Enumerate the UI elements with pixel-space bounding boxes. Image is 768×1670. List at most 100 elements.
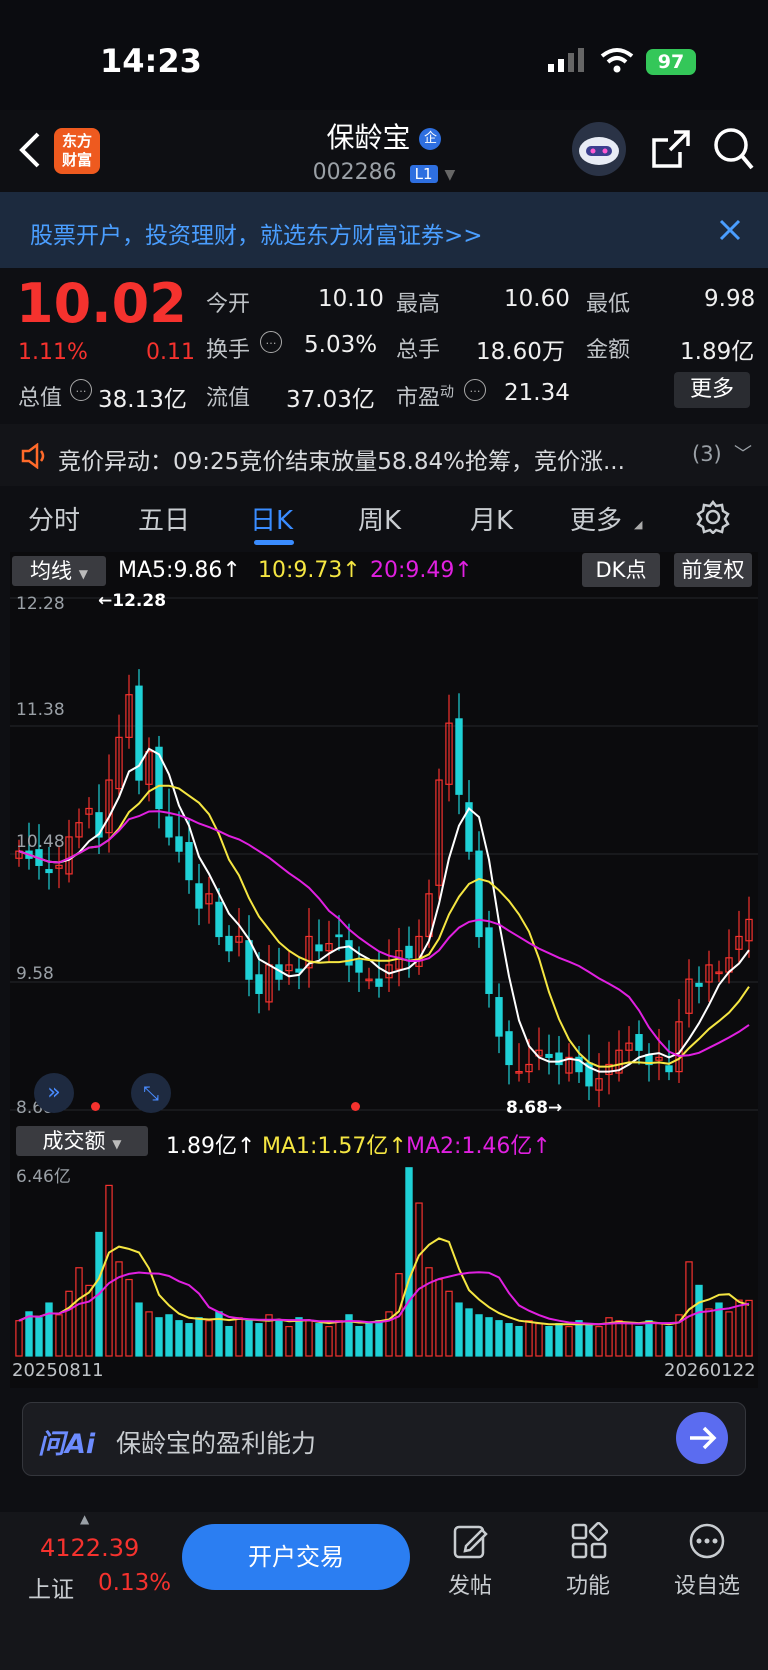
send-button[interactable] — [676, 1412, 728, 1464]
volume-bar — [315, 1323, 323, 1357]
chevron-down-icon[interactable]: ﹀ — [734, 440, 752, 466]
volume-bar — [525, 1320, 533, 1357]
adjust-button[interactable]: 前复权 — [674, 553, 752, 587]
close-icon[interactable] — [718, 218, 742, 242]
fullscreen-icon[interactable]: ⤡ — [131, 1073, 171, 1113]
post-label[interactable]: 发帖 — [430, 1568, 510, 1600]
candle — [505, 1031, 513, 1066]
volume-bar — [715, 1302, 723, 1357]
volume-bar — [145, 1311, 153, 1357]
status-time: 14:23 — [100, 42, 202, 80]
candle — [255, 974, 263, 994]
candle — [335, 934, 343, 938]
y-tick-label: 12.28 — [16, 594, 65, 614]
candle — [555, 1052, 563, 1066]
volume-bar — [645, 1320, 653, 1357]
candle — [45, 869, 53, 874]
share-icon[interactable] — [650, 128, 692, 170]
watchlist-label[interactable]: 设自选 — [667, 1568, 747, 1600]
candle — [455, 718, 463, 795]
candle — [545, 1053, 553, 1058]
search-icon[interactable] — [712, 126, 756, 172]
volume-bar — [365, 1323, 373, 1357]
gear-icon[interactable] — [696, 500, 730, 534]
volume-bar — [85, 1284, 93, 1357]
tab-daily-k[interactable]: 日K — [250, 500, 293, 537]
ma20-legend: 20:9.49↑ — [370, 558, 473, 583]
grid-icon[interactable] — [570, 1522, 608, 1560]
amount-value: 1.89亿 — [680, 339, 755, 365]
volume-bar — [55, 1314, 63, 1357]
expand-icon[interactable]: » — [34, 1073, 74, 1113]
info-icon[interactable]: … — [70, 379, 92, 401]
candle — [215, 901, 223, 938]
volume-bar — [565, 1325, 573, 1357]
volume-bar — [125, 1278, 133, 1357]
amount-label: 金额 — [586, 338, 631, 363]
wifi-icon — [600, 48, 634, 73]
event-dot[interactable] — [91, 1102, 100, 1111]
volume-bar — [615, 1320, 623, 1357]
volume-chart[interactable] — [10, 1160, 758, 1358]
volume-bar — [515, 1325, 523, 1357]
volume-bar — [725, 1311, 733, 1357]
event-dot[interactable] — [351, 1102, 360, 1111]
volume-bar — [375, 1320, 383, 1357]
volume-bar — [225, 1325, 233, 1357]
edit-post-icon[interactable] — [452, 1522, 490, 1560]
high-marker: ←12.28 — [98, 591, 167, 611]
volume-bar — [705, 1308, 713, 1357]
volume-bar — [355, 1325, 363, 1357]
tab-weekly-k[interactable]: 周K — [358, 500, 401, 537]
volume-bar — [595, 1325, 603, 1357]
volume-bar — [275, 1320, 283, 1357]
ask-ai-input[interactable]: 保龄宝的盈利能力 — [116, 1424, 316, 1460]
volume-bar — [235, 1317, 243, 1357]
tab-monthly-k[interactable]: 月K — [470, 500, 513, 537]
battery-indicator: 97 — [646, 49, 696, 75]
y-tick-label: 11.38 — [16, 700, 65, 720]
promo-text[interactable]: 股票开户，投资理财，就选东方财富证券>> — [30, 216, 483, 250]
float-value: 37.03亿 — [286, 387, 375, 413]
low-label: 最低 — [586, 292, 631, 317]
functions-label[interactable]: 功能 — [548, 1568, 628, 1600]
info-icon[interactable]: … — [260, 331, 282, 353]
last-price: 10.02 — [16, 272, 187, 335]
trade-button[interactable]: 开户交易 — [182, 1524, 410, 1590]
stock-code: 002286 — [312, 160, 397, 185]
auction-text: 竞价异动：09:25竞价结束放量58.84%抢筹，竞价涨... — [58, 449, 625, 475]
speaker-icon — [21, 443, 45, 469]
level-badge: L1 — [409, 165, 438, 183]
active-tab-indicator — [254, 540, 294, 545]
ma-selector[interactable]: 均线 ▼ — [12, 556, 106, 586]
candle — [225, 935, 233, 952]
volume-bar — [475, 1314, 483, 1357]
triangle-icon: ◢ — [634, 518, 643, 531]
ma10-legend: 10:9.73↑ — [258, 558, 361, 583]
ma20-line — [18, 810, 750, 1058]
volume-bar — [455, 1302, 463, 1357]
volume-bar — [165, 1314, 173, 1357]
volume-selector[interactable]: 成交额 ▼ — [16, 1126, 148, 1156]
volume-bar — [435, 1278, 443, 1357]
more-button[interactable]: 更多 — [674, 372, 750, 408]
more-dots-icon[interactable] — [688, 1522, 726, 1560]
volume-bar — [745, 1299, 753, 1357]
info-icon[interactable]: … — [464, 379, 486, 401]
tab-more[interactable]: 更多 — [570, 500, 622, 537]
dk-point-button[interactable]: DK点 — [582, 553, 660, 587]
pe-value: 21.34 — [504, 380, 570, 406]
volume-bar — [625, 1323, 633, 1357]
volume-bar — [185, 1323, 193, 1357]
tab-five-day[interactable]: 五日 — [138, 500, 190, 537]
kline-chart[interactable] — [10, 590, 758, 1120]
index-change: 0.13% — [98, 1570, 172, 1596]
volume-bar — [655, 1323, 663, 1357]
index-value[interactable]: 4122.39 — [40, 1534, 139, 1562]
volume-bar — [285, 1325, 293, 1357]
volume-bar — [545, 1325, 553, 1357]
tab-intraday[interactable]: 分时 — [28, 500, 80, 537]
volume-bar — [325, 1325, 333, 1357]
volume-bar — [295, 1317, 303, 1357]
robot-avatar-icon[interactable] — [570, 120, 628, 178]
